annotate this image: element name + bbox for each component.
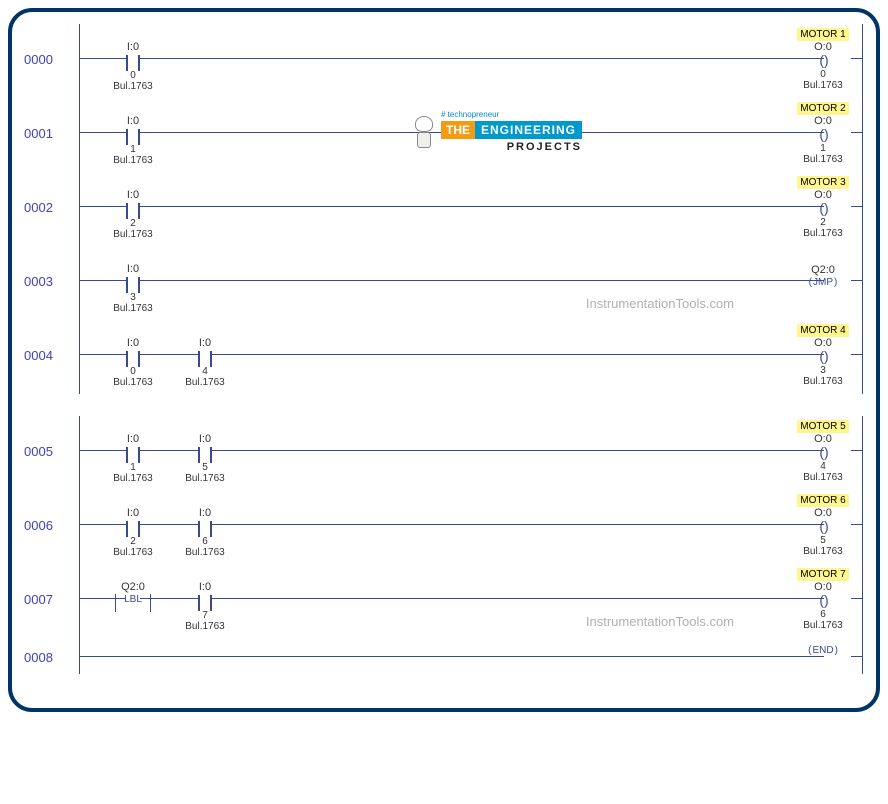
robot-icon [409, 114, 437, 150]
contact-xic: I:01Bul.1763 [104, 115, 162, 166]
contact-xic: I:05Bul.1763 [176, 433, 234, 484]
contact-xic: I:06Bul.1763 [176, 507, 234, 558]
rung: 0004 I:00Bul.1763 I:04Bul.1763 MOTOR 4O:0( … [24, 320, 864, 394]
rung-number: 0000 [24, 52, 53, 67]
rung: 0006 I:02Bul.1763 I:06Bul.1763 MOTOR 6O:0( … [24, 490, 864, 564]
rung-number: 0004 [24, 348, 53, 363]
contact-xic: I:07Bul.1763 [176, 581, 234, 632]
rung-number: 0003 [24, 274, 53, 289]
contact-xic: I:00Bul.1763 [104, 41, 162, 92]
output-coil: MOTOR 2O:0( )1Bul.1763 [792, 102, 854, 165]
rung-number: 0005 [24, 444, 53, 459]
rung: 0002 I:02Bul.1763 MOTOR 3O:0( )2Bul.1763 [24, 172, 864, 246]
logo-the: THE [441, 121, 475, 139]
ladder-section-2: 0005 I:01Bul.1763 I:05Bul.1763 MOTOR 5O:0( … [24, 416, 864, 674]
output-coil: MOTOR 7O:0( )6Bul.1763 [792, 568, 854, 631]
rung: 0001 I:01Bul.1763 MOTOR 2O:0( )1Bul.1763 #… [24, 98, 864, 172]
rung: 0000 I:00Bul.1763 MOTOR 1O:0( )0Bul.1763 [24, 24, 864, 98]
output-coil: MOTOR 3O:0( )2Bul.1763 [792, 176, 854, 239]
contact-xic: I:01Bul.1763 [104, 433, 162, 484]
contact-xic: I:02Bul.1763 [104, 507, 162, 558]
logo-engineering: ENGINEERING [475, 121, 582, 139]
rung-number: 0002 [24, 200, 53, 215]
jump-instruction: Q2:0JMP [792, 250, 854, 292]
rung-number: 0008 [24, 650, 53, 665]
rung-number: 0006 [24, 518, 53, 533]
output-coil: MOTOR 1O:0( )0Bul.1763 [792, 28, 854, 91]
label-instruction: Q2:0LBL [104, 581, 162, 612]
output-coil: MOTOR 4O:0( )3Bul.1763 [792, 324, 854, 387]
watermark: InstrumentationTools.com [586, 614, 734, 629]
output-coil: MOTOR 6O:0( )5Bul.1763 [792, 494, 854, 557]
output-coil: MOTOR 5O:0( )4Bul.1763 [792, 420, 854, 483]
rung: 0007 Q2:0LBL I:07Bul.1763 MOTOR 7O:0( )6Bul… [24, 564, 864, 638]
contact-xic: I:02Bul.1763 [104, 189, 162, 240]
logo-tag: # technopreneur [441, 110, 582, 119]
rung-number: 0007 [24, 592, 53, 607]
contact-xic: I:03Bul.1763 [104, 263, 162, 314]
rung: 0008 END [24, 638, 864, 674]
rung: 0003 I:03Bul.1763 Q2:0JMP InstrumentationTo… [24, 246, 864, 320]
rung: 0005 I:01Bul.1763 I:05Bul.1763 MOTOR 5O:0( … [24, 416, 864, 490]
rung-number: 0001 [24, 126, 53, 141]
engineering-projects-logo: # technopreneur THE ENGINEERING PROJECTS [409, 110, 582, 153]
watermark: InstrumentationTools.com [586, 296, 734, 311]
contact-xic: I:00Bul.1763 [104, 337, 162, 388]
contact-xic: I:04Bul.1763 [176, 337, 234, 388]
end-instruction: END [792, 644, 854, 660]
ladder-section-1: 0000I:00Bul.1763MOTOR 1O:0( )0Bul.176300… [24, 24, 864, 394]
diagram-frame: 0000I:00Bul.1763MOTOR 1O:0( )0Bul.176300… [8, 8, 880, 712]
logo-projects: PROJECTS [441, 141, 582, 153]
